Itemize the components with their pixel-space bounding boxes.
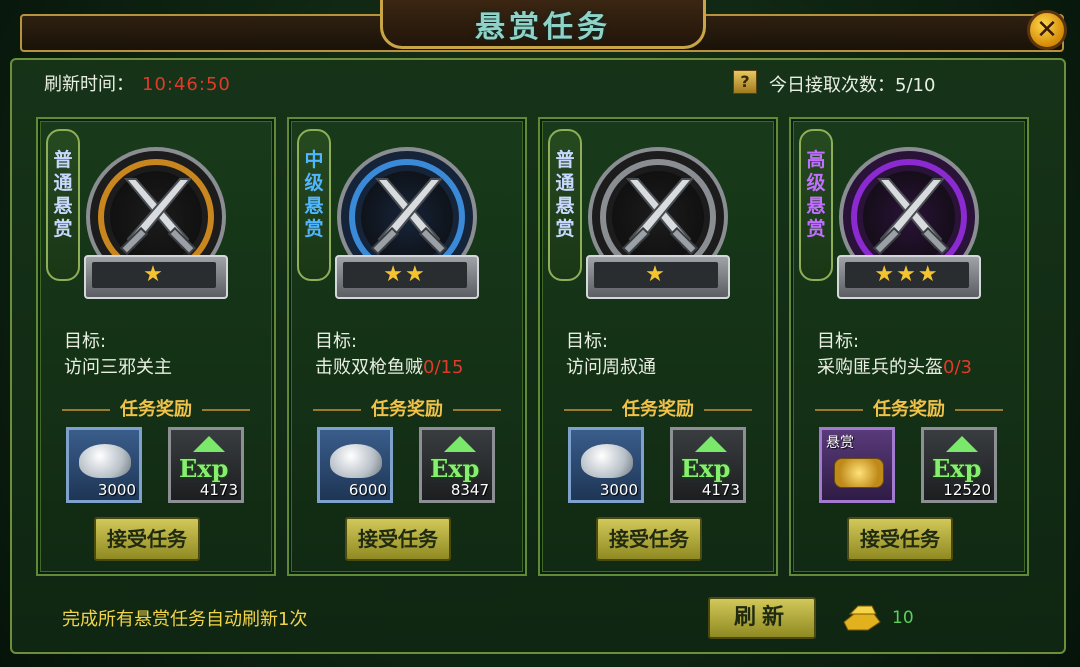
goal-label: 目标: bbox=[566, 331, 609, 352]
star-icons: ★★★ bbox=[874, 262, 940, 287]
bounty-card: 普通悬赏 ★ 目标: 访问三邪关主 任务奖励 3000 Exp 4173 接受任… bbox=[36, 117, 276, 576]
bounty-token-reward[interactable]: 悬赏 bbox=[819, 427, 895, 503]
star-rating: ★ bbox=[586, 255, 730, 299]
reward-title: 任务奖励 bbox=[38, 395, 274, 421]
exp-icon: Exp bbox=[932, 454, 982, 483]
star-icons: ★ bbox=[143, 262, 165, 287]
tier-banner: 普通悬赏 bbox=[548, 129, 582, 281]
exp-reward[interactable]: Exp 12520 bbox=[921, 427, 997, 503]
star-icons: ★★ bbox=[383, 262, 427, 287]
exp-reward[interactable]: Exp 8347 bbox=[419, 427, 495, 503]
title-plate: 悬赏任务 bbox=[380, 0, 706, 49]
star-rating: ★★ bbox=[335, 255, 479, 299]
goal-progress: 0/3 bbox=[943, 357, 972, 378]
silver-quantity: 3000 bbox=[599, 481, 638, 499]
exp-quantity: 4173 bbox=[199, 481, 238, 499]
silver-ingot-icon bbox=[581, 444, 633, 478]
tier-label: 高级悬赏 bbox=[806, 149, 826, 240]
silver-quantity: 6000 bbox=[348, 481, 387, 499]
accept-task-button[interactable]: 接受任务 bbox=[345, 517, 451, 561]
refresh-button[interactable]: 刷新 bbox=[708, 597, 816, 639]
reward-title: 任务奖励 bbox=[289, 395, 525, 421]
chest-icon bbox=[834, 458, 884, 488]
star-icons: ★ bbox=[645, 262, 667, 287]
reward-title: 任务奖励 bbox=[791, 395, 1027, 421]
bounty-window: 悬赏任务 ✕ 刷新时间： 10:46:50 ? 今日接取次数：5/10 普通悬赏 bbox=[0, 0, 1080, 667]
tier-banner: 高级悬赏 bbox=[799, 129, 833, 281]
silver-ingot-icon bbox=[330, 444, 382, 478]
exp-quantity: 12520 bbox=[943, 481, 991, 499]
goal-description: 击败双枪鱼贼0/15 bbox=[315, 357, 464, 378]
bounty-card: 中级悬赏 ★★ 目标: 击败双枪鱼贼0/15 任务奖励 6000 Exp 834… bbox=[287, 117, 527, 576]
daily-accept-count: 今日接取次数：5/10 bbox=[769, 75, 936, 96]
goal-description: 采购匪兵的头盔0/3 bbox=[817, 357, 972, 378]
tier-label: 普通悬赏 bbox=[53, 149, 73, 240]
goal-progress: 0/15 bbox=[423, 357, 464, 378]
goal-label: 目标: bbox=[817, 331, 860, 352]
help-icon[interactable]: ? bbox=[733, 70, 757, 94]
up-arrow-icon bbox=[444, 436, 476, 452]
silver-reward[interactable]: 3000 bbox=[568, 427, 644, 503]
up-arrow-icon bbox=[946, 436, 978, 452]
tier-banner: 中级悬赏 bbox=[297, 129, 331, 281]
close-icon: ✕ bbox=[1036, 15, 1058, 45]
up-arrow-icon bbox=[695, 436, 727, 452]
tier-label: 普通悬赏 bbox=[555, 149, 575, 240]
goal-label: 目标: bbox=[315, 331, 358, 352]
up-arrow-icon bbox=[193, 436, 225, 452]
star-rating: ★ bbox=[84, 255, 228, 299]
refresh-time: 刷新时间： 10:46:50 bbox=[44, 70, 231, 96]
tier-banner: 普通悬赏 bbox=[46, 129, 80, 281]
accept-task-button[interactable]: 接受任务 bbox=[596, 517, 702, 561]
exp-icon: Exp bbox=[179, 454, 229, 483]
exp-icon: Exp bbox=[430, 454, 480, 483]
goal-description: 访问周叔通 bbox=[566, 357, 656, 378]
bounty-card: 高级悬赏 ★★★ 目标: 采购匪兵的头盔0/3 任务奖励 悬赏 Exp 1252… bbox=[789, 117, 1029, 576]
gold-ingot-icon bbox=[843, 605, 881, 631]
accept-task-button[interactable]: 接受任务 bbox=[847, 517, 953, 561]
reward-title: 任务奖励 bbox=[540, 395, 776, 421]
silver-reward[interactable]: 6000 bbox=[317, 427, 393, 503]
exp-quantity: 8347 bbox=[450, 481, 489, 499]
exp-icon: Exp bbox=[681, 454, 731, 483]
tier-label: 中级悬赏 bbox=[304, 149, 324, 240]
goal-label: 目标: bbox=[64, 331, 107, 352]
silver-quantity: 3000 bbox=[97, 481, 136, 499]
silver-reward[interactable]: 3000 bbox=[66, 427, 142, 503]
accept-task-button[interactable]: 接受任务 bbox=[94, 517, 200, 561]
goal-description: 访问三邪关主 bbox=[64, 357, 172, 378]
refresh-cost: 10 bbox=[892, 608, 914, 628]
exp-reward[interactable]: Exp 4173 bbox=[670, 427, 746, 503]
star-rating: ★★★ bbox=[837, 255, 981, 299]
window-title: 悬赏任务 bbox=[475, 10, 611, 45]
exp-reward[interactable]: Exp 4173 bbox=[168, 427, 244, 503]
silver-ingot-icon bbox=[79, 444, 131, 478]
token-label: 悬赏 bbox=[826, 435, 854, 451]
refresh-time-label: 刷新时间： bbox=[44, 74, 134, 95]
exp-quantity: 4173 bbox=[701, 481, 740, 499]
bounty-card: 普通悬赏 ★ 目标: 访问周叔通 任务奖励 3000 Exp 4173 接受任务 bbox=[538, 117, 778, 576]
refresh-time-value: 10:46:50 bbox=[142, 74, 231, 95]
close-button[interactable]: ✕ bbox=[1027, 10, 1067, 50]
auto-refresh-note: 完成所有悬赏任务自动刷新1次 bbox=[62, 609, 308, 630]
